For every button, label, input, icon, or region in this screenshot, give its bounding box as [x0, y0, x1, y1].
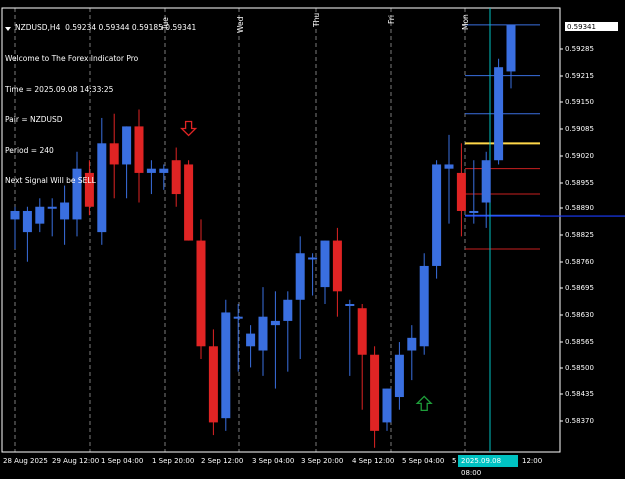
time-tick-label: 3 Sep 20:00	[301, 457, 344, 465]
candle-body	[394, 354, 404, 398]
info-line: Next Signal Will be SELL	[5, 176, 96, 186]
candle-body	[270, 320, 280, 326]
time-tick-label: 12:00	[522, 457, 543, 465]
day-label: Thu	[312, 12, 321, 27]
time-tick-label: 5	[452, 457, 457, 465]
day-label: Fri	[387, 15, 396, 24]
price-tick-label: 0.59150	[565, 98, 594, 106]
current-price-tag: 0.59341	[564, 21, 619, 32]
time-tick-label: 5 Sep 04:00	[402, 457, 445, 465]
price-tick-label: 0.58435	[565, 390, 594, 398]
day-label: Mon	[461, 14, 470, 30]
candle-body	[345, 304, 355, 306]
candle-body	[221, 312, 231, 419]
candle-body	[208, 346, 218, 423]
time-tick-label: 28 Aug 2025	[3, 457, 48, 465]
cursor-time-tag: 2025.09.08 08:00	[458, 455, 518, 477]
price-tick-label: 0.58695	[565, 284, 594, 292]
price-tick-label: 0.59215	[565, 72, 594, 80]
candle-body	[258, 316, 268, 351]
candle-body	[295, 253, 305, 300]
candle-body	[382, 388, 392, 423]
time-tick-label: 1 Sep 04:00	[101, 457, 144, 465]
candle-body	[246, 333, 256, 347]
candle-body	[357, 308, 367, 355]
time-tick-label: 29 Aug 12:00	[52, 457, 100, 465]
indicator-info-panel: NZDUSD,H4 0.59234 0.59344 0.59185 0.5934…	[5, 3, 196, 197]
info-line: Time = 2025.09.08 14:33:25	[5, 84, 114, 94]
candle-body	[233, 316, 243, 319]
price-tick-label: 0.58630	[565, 311, 594, 319]
price-tick-label: 0.58760	[565, 258, 594, 266]
price-tick-label: 0.59085	[565, 125, 594, 133]
candle-body	[308, 257, 318, 260]
info-line: Welcome to The Forex Indicator Pro	[5, 54, 139, 64]
price-tick-label: 0.58890	[565, 204, 594, 212]
time-tick-label: 2 Sep 12:00	[201, 457, 244, 465]
price-tick-label: 0.58370	[565, 417, 594, 425]
candle-body	[196, 240, 206, 347]
dropdown-arrow-icon[interactable]	[5, 26, 11, 31]
price-tick-label: 0.59020	[565, 152, 594, 160]
price-tick-label: 0.58500	[565, 364, 594, 372]
candle-body	[320, 240, 330, 288]
candle-body	[47, 206, 57, 209]
candle-body	[456, 172, 466, 211]
candle-body	[35, 206, 45, 224]
candle-body	[494, 67, 504, 161]
candle-body	[370, 354, 380, 431]
buy-arrow-icon	[415, 395, 433, 412]
candle-body	[469, 210, 479, 213]
candle-body	[506, 24, 516, 72]
time-tick-label: 1 Sep 20:00	[152, 457, 195, 465]
candle-body	[60, 202, 70, 220]
candle-body	[432, 164, 442, 266]
price-tick-label: 0.58825	[565, 231, 594, 239]
price-tick-label: 0.58565	[565, 338, 594, 346]
price-tick-label: 0.58955	[565, 179, 594, 187]
info-line: Period = 240	[5, 145, 54, 155]
candle-body	[444, 164, 454, 169]
candle-body	[10, 210, 20, 220]
candle-body	[407, 337, 417, 351]
candle-body	[22, 210, 32, 233]
candle-body	[283, 299, 293, 321]
candle-body	[481, 160, 491, 203]
candle-body	[332, 240, 342, 292]
day-label: Wed	[236, 16, 245, 33]
candle-body	[419, 265, 429, 347]
info-line: Pair = NZDUSD	[5, 115, 63, 125]
time-tick-label: 4 Sep 12:00	[352, 457, 395, 465]
price-tick-label: 0.59285	[565, 45, 594, 53]
day-label: Tue	[161, 17, 170, 30]
time-tick-label: 3 Sep 04:00	[252, 457, 295, 465]
